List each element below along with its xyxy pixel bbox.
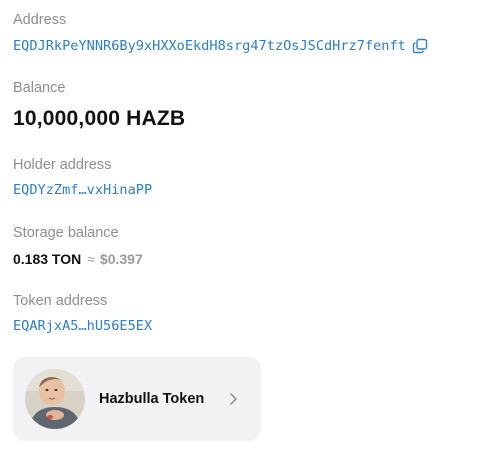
storage-ton-value: 0.183 TON [13, 251, 82, 267]
token-card[interactable]: Hazbulla Token [13, 357, 261, 441]
holder-label: Holder address [13, 157, 112, 173]
balance-label: Balance [13, 80, 66, 96]
holder-section: Holder address EQDYzZmf…vxHinaPP [13, 156, 152, 199]
balance-value: 10,000,000 HAZB [13, 107, 186, 130]
holder-address-link[interactable]: EQDYzZmf…vxHinaPP [13, 181, 152, 199]
approx-symbol: ≈ [87, 251, 95, 267]
address-value[interactable]: EQDJRkPeYNNR6By9xHXXoEkdH8srg47tzOsJSCdH… [13, 37, 406, 55]
token-name: Hazbulla Token [99, 391, 205, 407]
storage-label: Storage balance [13, 225, 119, 241]
balance-section: Balance 10,000,000 HAZB [13, 79, 185, 132]
address-section: Address EQDJRkPeYNNR6By9xHXXoEkdH8srg47t… [13, 11, 428, 55]
token-address-label: Token address [13, 293, 108, 309]
address-row: EQDJRkPeYNNR6By9xHXXoEkdH8srg47tzOsJSCdH… [13, 37, 428, 55]
token-address-link[interactable]: EQARjxA5…hU56E5EX [13, 317, 152, 335]
storage-usd-value: $0.397 [99, 251, 143, 267]
storage-section: Storage balance 0.183 TON ≈ $0.397 [13, 224, 143, 268]
address-label: Address [13, 12, 67, 28]
chevron-right-icon [227, 392, 239, 406]
token-avatar [25, 369, 85, 429]
copy-icon[interactable] [412, 38, 428, 54]
token-address-section: Token address EQARjxA5…hU56E5EX [13, 292, 152, 335]
storage-row: 0.183 TON ≈ $0.397 [13, 250, 143, 268]
